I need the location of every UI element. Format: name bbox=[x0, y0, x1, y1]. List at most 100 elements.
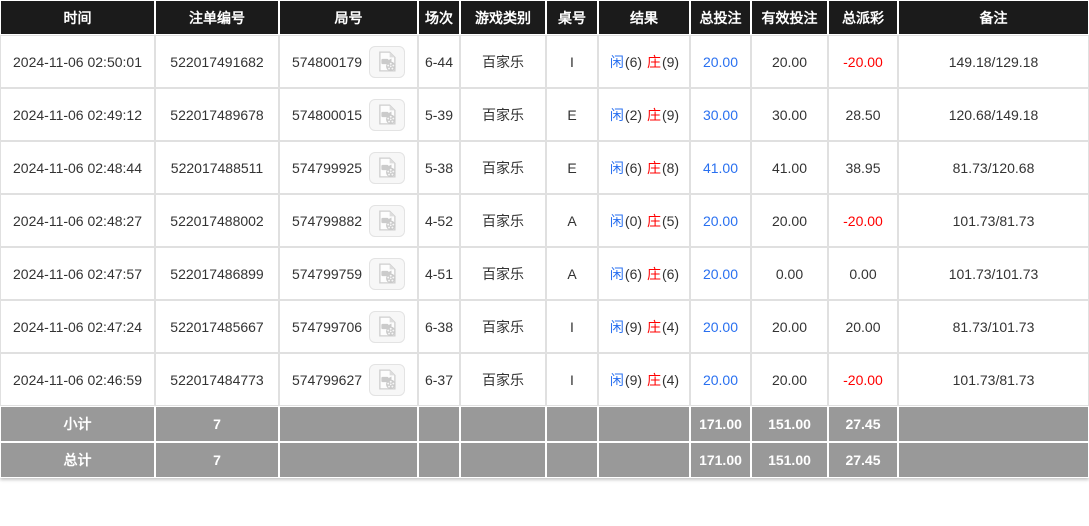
table-row: 2024-11-06 02:46:59522017484773574799627… bbox=[0, 353, 1089, 406]
cell-round-id: 574800015 bbox=[279, 88, 418, 141]
cell-remark: 101.73/101.73 bbox=[898, 247, 1089, 300]
round-id-wrap: 574799925 bbox=[292, 152, 405, 184]
cell-bet-id: 522017488511 bbox=[155, 141, 279, 194]
cell-payout: 28.50 bbox=[828, 88, 898, 141]
video-replay-button[interactable] bbox=[369, 99, 405, 131]
grand-total-row: 总计 7 171.00 151.00 27.45 bbox=[0, 442, 1089, 478]
table-row: 2024-11-06 02:48:44522017488511 574799925… bbox=[0, 141, 1089, 194]
cell-remark: 149.18/129.18 bbox=[898, 35, 1089, 88]
round-id-wrap: 574800179 bbox=[292, 46, 405, 78]
bet-records-table: 时间 注单编号 局号 场次 游戏类别 桌号 结果 总投注 有效投注 总派彩 备注… bbox=[0, 0, 1089, 478]
banker-result-label: 庄 bbox=[646, 266, 662, 282]
player-result-score: (6) bbox=[625, 266, 642, 282]
banker-result-score: (4) bbox=[662, 319, 679, 335]
player-result-score: (9) bbox=[625, 372, 642, 388]
column-header-bet-id: 注单编号 bbox=[155, 0, 279, 35]
player-result-label: 闲 bbox=[609, 107, 625, 123]
cell-session: 4-51 bbox=[418, 247, 460, 300]
banker-result-label: 庄 bbox=[646, 319, 662, 335]
cell-time: 2024-11-06 02:46:59 bbox=[0, 353, 155, 406]
player-result-label: 闲 bbox=[609, 213, 625, 229]
table-row: 2024-11-06 02:47:57522017486899574799759… bbox=[0, 247, 1089, 300]
video-icon bbox=[375, 262, 399, 285]
subtotal-count: 7 bbox=[155, 406, 279, 442]
player-result-label: 闲 bbox=[609, 372, 625, 388]
subtotal-row: 小计 7 171.00 151.00 27.45 bbox=[0, 406, 1089, 442]
cell-valid-bet: 20.00 bbox=[751, 194, 828, 247]
banker-result-score: (9) bbox=[662, 54, 679, 70]
video-replay-button[interactable] bbox=[369, 258, 405, 290]
cell-payout: -20.00 bbox=[828, 353, 898, 406]
round-id-value: 574799882 bbox=[292, 213, 362, 229]
cell-valid-bet: 20.00 bbox=[751, 35, 828, 88]
round-id-wrap: 574799706 bbox=[292, 311, 405, 343]
table-footer: 小计 7 171.00 151.00 27.45 总计 7 171.00 151… bbox=[0, 406, 1089, 478]
cell-payout: -20.00 bbox=[828, 194, 898, 247]
cell-session: 6-37 bbox=[418, 353, 460, 406]
banker-result-label: 庄 bbox=[646, 54, 662, 70]
cell-total-bet: 20.00 bbox=[690, 353, 751, 406]
cell-payout: -20.00 bbox=[828, 35, 898, 88]
banker-result-score: (9) bbox=[662, 107, 679, 123]
round-id-value: 574800015 bbox=[292, 107, 362, 123]
video-replay-button[interactable] bbox=[369, 364, 405, 396]
grand-total-empty-cell bbox=[460, 442, 546, 478]
subtotal-empty-cell bbox=[279, 406, 418, 442]
cell-remark: 81.73/120.68 bbox=[898, 141, 1089, 194]
cell-time: 2024-11-06 02:50:01 bbox=[0, 35, 155, 88]
cell-game-type: 百家乐 bbox=[460, 35, 546, 88]
cell-payout: 20.00 bbox=[828, 300, 898, 353]
round-id-wrap: 574799627 bbox=[292, 364, 405, 396]
banker-result-label: 庄 bbox=[646, 372, 662, 388]
cell-valid-bet: 30.00 bbox=[751, 88, 828, 141]
banker-result-score: (5) bbox=[662, 213, 679, 229]
column-header-payout: 总派彩 bbox=[828, 0, 898, 35]
cell-game-type: 百家乐 bbox=[460, 300, 546, 353]
grand-total-payout: 27.45 bbox=[828, 442, 898, 478]
cell-session: 6-38 bbox=[418, 300, 460, 353]
cell-session: 4-52 bbox=[418, 194, 460, 247]
cell-round-id: 574799925 bbox=[279, 141, 418, 194]
cell-remark: 120.68/149.18 bbox=[898, 88, 1089, 141]
round-id-value: 574800179 bbox=[292, 54, 362, 70]
video-icon bbox=[375, 103, 399, 126]
column-header-round-id: 局号 bbox=[279, 0, 418, 35]
player-result-score: (6) bbox=[625, 160, 642, 176]
cell-payout: 0.00 bbox=[828, 247, 898, 300]
round-id-wrap: 574800015 bbox=[292, 99, 405, 131]
subtotal-valid-bet: 151.00 bbox=[751, 406, 828, 442]
subtotal-total-bet: 171.00 bbox=[690, 406, 751, 442]
player-result-label: 闲 bbox=[609, 319, 625, 335]
round-id-wrap: 574799882 bbox=[292, 205, 405, 237]
grand-total-empty-cell bbox=[546, 442, 598, 478]
cell-session: 5-38 bbox=[418, 141, 460, 194]
cell-game-type: 百家乐 bbox=[460, 247, 546, 300]
video-replay-button[interactable] bbox=[369, 46, 405, 78]
round-id-value: 574799759 bbox=[292, 266, 362, 282]
cell-table-no: I bbox=[546, 353, 598, 406]
video-replay-button[interactable] bbox=[369, 311, 405, 343]
table-row: 2024-11-06 02:49:12522017489678574800015… bbox=[0, 88, 1089, 141]
cell-result: 闲(6) 庄(9) bbox=[598, 35, 690, 88]
cell-session: 5-39 bbox=[418, 88, 460, 141]
subtotal-empty-cell bbox=[418, 406, 460, 442]
video-icon bbox=[375, 368, 399, 391]
banker-result-label: 庄 bbox=[646, 213, 662, 229]
subtotal-empty-cell bbox=[546, 406, 598, 442]
cell-total-bet: 20.00 bbox=[690, 247, 751, 300]
player-result-label: 闲 bbox=[609, 54, 625, 70]
banker-result-score: (4) bbox=[662, 372, 679, 388]
column-header-remark: 备注 bbox=[898, 0, 1089, 35]
column-header-table-no: 桌号 bbox=[546, 0, 598, 35]
video-icon bbox=[375, 50, 399, 73]
video-replay-button[interactable] bbox=[369, 205, 405, 237]
grand-total-empty-cell bbox=[279, 442, 418, 478]
cell-bet-id: 522017486899 bbox=[155, 247, 279, 300]
column-header-valid-bet: 有效投注 bbox=[751, 0, 828, 35]
round-id-value: 574799627 bbox=[292, 372, 362, 388]
column-header-total-bet: 总投注 bbox=[690, 0, 751, 35]
cell-time: 2024-11-06 02:48:44 bbox=[0, 141, 155, 194]
video-icon bbox=[375, 315, 399, 338]
video-replay-button[interactable] bbox=[369, 152, 405, 184]
cell-time: 2024-11-06 02:48:27 bbox=[0, 194, 155, 247]
